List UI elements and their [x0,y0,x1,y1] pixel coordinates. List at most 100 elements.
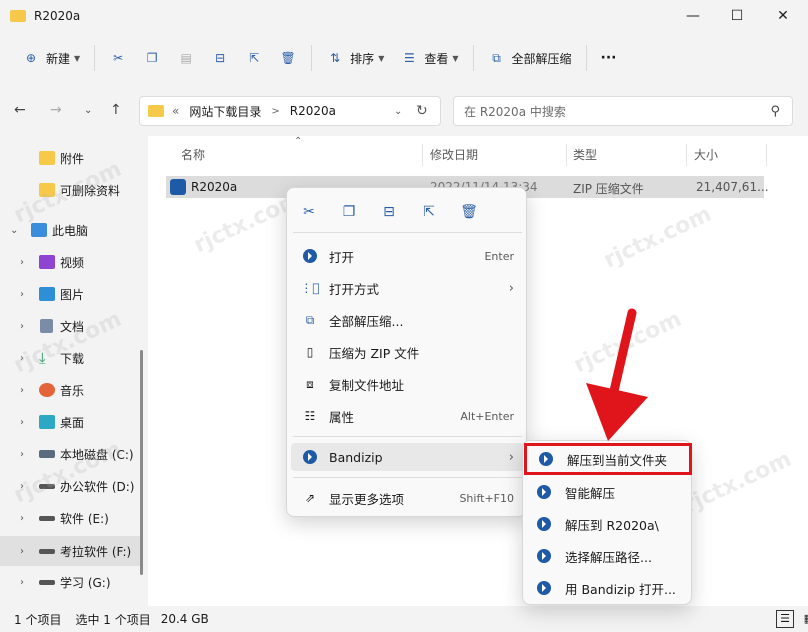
chevron-right-icon[interactable]: › [20,289,24,300]
chevron-right-icon[interactable]: › [20,449,24,460]
menu-item-properties[interactable]: ☷ 属性 Alt+Enter [291,402,524,430]
menu-item-bandizip[interactable]: Bandizip › [291,443,524,471]
column-header-name[interactable]: 名称 [181,146,205,163]
drive-icon [39,579,55,585]
bandizip-icon [537,517,551,531]
forward-arrow-icon[interactable]: → [50,102,62,118]
tiles-view-icon[interactable]: ▦ [800,610,808,628]
sort-label: 排序 [350,51,375,66]
up-arrow-icon[interactable]: ↑ [110,102,122,118]
sidebar-item-label: 桌面 [60,415,85,430]
chevron-right-icon[interactable]: › [20,546,24,557]
file-size: 21,407,61... [696,180,769,194]
trash-icon[interactable]: 🗑 [459,202,479,222]
sidebar-item-desktop[interactable]: › 桌面 [0,407,140,437]
chevron-down-icon[interactable]: ⌄ [10,225,18,236]
copy-icon[interactable]: ❐ [339,202,359,222]
minimize-button[interactable]: — [670,0,716,32]
sidebar-scrollbar[interactable] [140,350,143,575]
details-view-icon[interactable]: ☰ [776,610,794,628]
submenu-item-smart-extract[interactable]: 智能解压 [527,478,689,506]
column-divider[interactable] [566,144,567,166]
sidebar-item-drive-c[interactable]: › 本地磁盘 (C:) [0,439,140,469]
cut-button[interactable]: ✂ [101,41,135,75]
share-icon[interactable]: ⇱ [419,202,439,222]
breadcrumb-item[interactable]: R2020a [290,104,336,118]
music-icon [39,383,55,397]
more-button[interactable]: ··· [593,41,625,75]
sidebar-item-drive-d[interactable]: › 办公软件 (D:) [0,471,140,501]
extract-all-button[interactable]: ⧉ 全部解压缩 [480,41,580,75]
breadcrumb-separator: > [271,105,280,117]
sidebar-item-drive-g[interactable]: › 学习 (G:) [0,567,140,597]
sort-icon: ⇅ [330,51,341,65]
recent-chevron-icon[interactable]: ⌄ [84,105,92,116]
sidebar-item-music[interactable]: › 音乐 [0,375,140,405]
menu-item-more-options[interactable]: ⇗ 显示更多选项 Shift+F10 [291,484,524,512]
menu-divider [293,477,522,478]
address-bar[interactable]: « 网站下载目录 > R2020a ⌄ ↻ [139,96,441,126]
column-divider[interactable] [686,144,687,166]
column-divider[interactable] [766,144,767,166]
menu-item-open[interactable]: 打开 Enter [291,242,524,270]
copy-button[interactable]: ❐ [135,41,169,75]
overflow-chevron[interactable]: « [172,104,179,118]
sidebar-item-this-pc[interactable]: ⌄ 此电脑 [0,215,140,245]
submenu-item-choose-path[interactable]: 选择解压路径... [527,542,689,570]
submenu-item-extract-to-folder[interactable]: 解压到 R2020a\ [527,510,689,538]
rename-button[interactable]: ⊟ [203,41,237,75]
chevron-right-icon[interactable]: › [20,321,24,332]
sidebar-item-pictures[interactable]: › 图片 [0,279,140,309]
chevron-down-icon: ▼ [452,53,459,63]
menu-divider [293,436,522,437]
chevron-right-icon[interactable]: › [20,257,24,268]
chevron-right-icon[interactable]: › [20,353,24,364]
sidebar-item-downloads[interactable]: › ⤓ 下载 [0,343,140,373]
column-header-modified[interactable]: 修改日期 [430,146,478,163]
chevron-right-icon[interactable]: › [20,577,24,588]
delete-button[interactable]: 🗑 [271,41,305,75]
submenu-item-extract-here[interactable]: 解压到当前文件夹 [524,443,692,475]
sidebar-item-label: 此电脑 [52,223,89,238]
chevron-right-icon[interactable]: › [20,385,24,396]
menu-item-open-with[interactable]: ⋮⃞ 打开方式 › [291,274,524,302]
bandizip-icon [301,448,319,466]
menu-item-shortcut: Enter [484,249,514,263]
submenu-item-open-with-bandizip[interactable]: 用 Bandizip 打开... [527,574,689,602]
sidebar-item-drive-f[interactable]: › 考拉软件 (F:) [0,536,140,566]
address-dropdown-icon[interactable]: ⌄ [394,106,402,117]
search-box[interactable]: 在 R2020a 中搜索 ⚲ [453,96,793,126]
sidebar-item-videos[interactable]: › 视频 [0,247,140,277]
chevron-right-icon[interactable]: › [20,417,24,428]
sidebar-item-attachments[interactable]: 附件 [0,143,140,173]
refresh-icon[interactable]: ↻ [416,103,428,119]
back-arrow-icon[interactable]: ← [14,102,26,118]
paste-button[interactable]: ▤ [169,41,203,75]
chevron-right-icon[interactable]: › [20,513,24,524]
menu-item-copy-path[interactable]: ⧈ 复制文件地址 [291,370,524,398]
sidebar-item-drive-e[interactable]: › 软件 (E:) [0,503,140,533]
column-header-size[interactable]: 大小 [694,146,718,163]
breadcrumb-item[interactable]: 网站下载目录 [189,103,261,120]
close-button[interactable]: ✕ [760,0,806,32]
menu-item-extract-all[interactable]: ⧉ 全部解压缩... [291,306,524,334]
toolbar-divider [311,45,313,71]
new-button[interactable]: ⊕ 新建 ▼ [14,41,88,75]
menu-item-label: 全部解压缩... [329,313,404,329]
share-button[interactable]: ⇱ [237,41,271,75]
drive-icon [39,483,55,489]
column-divider[interactable] [422,144,423,166]
rename-icon[interactable]: ⊟ [379,202,399,222]
sort-button[interactable]: ⇅ 排序 ▼ [318,41,392,75]
column-header-type[interactable]: 类型 [573,146,597,163]
sidebar-item-deletable[interactable]: 可删除资料 [0,175,140,205]
menu-item-compress-zip[interactable]: ▯ 压缩为 ZIP 文件 [291,338,524,366]
view-button[interactable]: ☰ 查看 ▼ [392,41,466,75]
scissors-icon[interactable]: ✂ [299,202,319,222]
menu-item-label: Bandizip [329,449,383,465]
sidebar-item-label: 视频 [60,255,85,270]
sidebar-item-documents[interactable]: › 文档 [0,311,140,341]
maximize-button[interactable]: ☐ [714,0,760,32]
chevron-right-icon[interactable]: › [20,481,24,492]
sidebar-item-label: 下载 [60,351,85,366]
